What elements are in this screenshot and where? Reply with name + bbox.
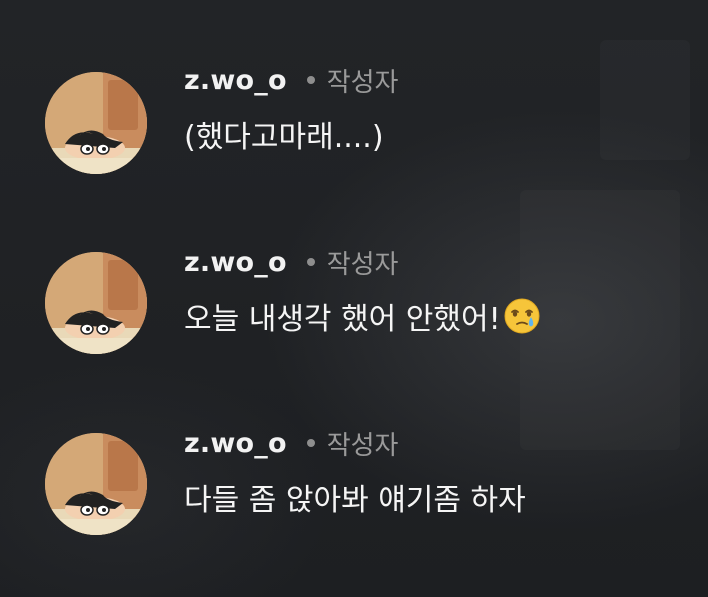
username[interactable]: z.wo_o <box>184 65 287 96</box>
author-badge: 작성자 <box>326 67 399 98</box>
shin-chan-avatar-icon <box>45 72 147 174</box>
comment-text-content: 다들 좀 앉아봐 얘기좀 하자 <box>184 483 526 518</box>
user-avatar[interactable] <box>45 433 147 535</box>
username[interactable]: z.wo_o <box>184 428 287 459</box>
comment-meta: z.wo_o 작성자 <box>184 60 398 100</box>
comment-meta: z.wo_o 작성자 <box>184 423 398 463</box>
face-holding-back-tears-icon <box>504 298 540 334</box>
shin-chan-avatar-icon <box>45 433 147 535</box>
author-badge: 작성자 <box>326 249 399 280</box>
shin-chan-avatar-icon <box>45 252 147 354</box>
user-avatar[interactable] <box>45 72 147 174</box>
comment-meta: z.wo_o 작성자 <box>184 242 398 282</box>
comment-text-content: (했다고마래....) <box>184 120 384 155</box>
comment-text: 다들 좀 앉아봐 얘기좀 하자 <box>184 475 526 519</box>
username[interactable]: z.wo_o <box>184 247 287 278</box>
comment-item: z.wo_o 작성자 (했다고마래....) <box>45 60 685 174</box>
comment-item: z.wo_o 작성자 다들 좀 앉아봐 얘기좀 하자 <box>45 423 685 535</box>
user-avatar[interactable] <box>45 252 147 354</box>
comment-text: (했다고마래....) <box>184 112 384 156</box>
separator-dot <box>306 258 315 266</box>
comment-item: z.wo_o 작성자 오늘 내생각 했어 안했어! <box>45 242 685 354</box>
separator-dot <box>306 439 315 447</box>
separator-dot <box>306 76 315 84</box>
comment-text: 오늘 내생각 했어 안했어! <box>184 294 541 338</box>
author-badge: 작성자 <box>326 430 399 461</box>
comment-text-content: 오늘 내생각 했어 안했어! <box>184 302 501 337</box>
